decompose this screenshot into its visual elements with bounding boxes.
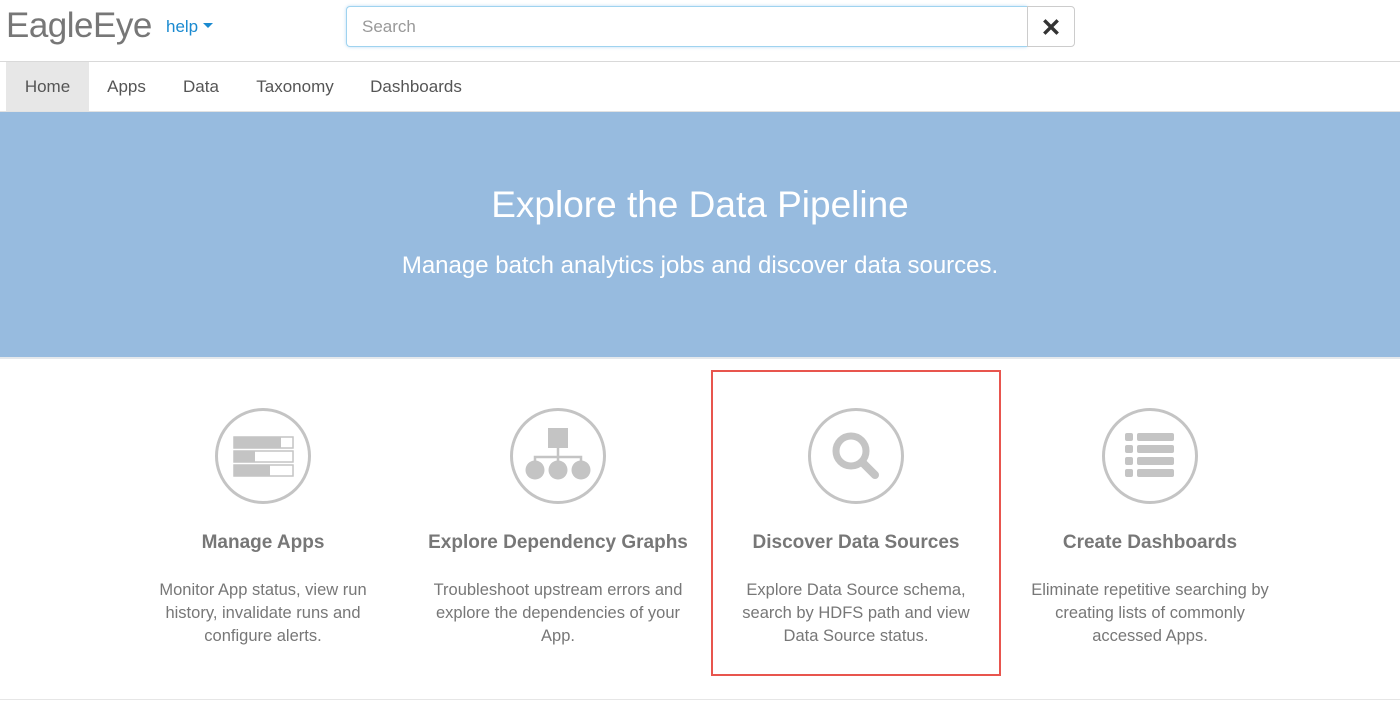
feature-description: Eliminate repetitive searching by creati… [1031,581,1269,645]
search-icon [808,408,904,504]
footer-divider [0,699,1400,700]
help-label: help [166,17,199,36]
feature-title: Discover Data Sources [752,532,960,553]
feature-description: Troubleshoot upstream errors and explore… [433,581,683,645]
feature-discover-data-sources[interactable]: Discover Data Sources Explore Data Sourc… [711,370,1001,676]
hero-banner [0,112,1400,359]
feature-title: Manage Apps [201,532,325,553]
feature-description: Monitor App status, view run history, in… [159,581,367,645]
hero-title: Explore the Data Pipeline [491,184,909,225]
search-input[interactable] [346,6,1027,47]
tasks-icon [215,408,311,504]
feature-title: Create Dashboards [1062,532,1238,553]
clear-search-button[interactable] [1027,6,1075,47]
search-bar [346,6,1075,47]
main-nav: Home Apps Data Taxonomy Dashboards [0,62,1400,112]
feature-title: Explore Dependency Graphs [428,532,688,553]
nav-tab-data[interactable]: Data [164,62,238,111]
hero-subtitle: Manage batch analytics jobs and discover… [401,252,999,279]
nav-tab-dashboards[interactable]: Dashboards [352,62,480,111]
feature-description: Explore Data Source schema, search by HD… [742,581,970,645]
nav-tab-home[interactable]: Home [6,62,89,111]
feature-dependency-graphs[interactable]: Explore Dependency Graphs Troubleshoot u… [413,370,703,676]
close-icon [1043,18,1059,35]
feature-create-dashboards[interactable]: Create Dashboards Eliminate repetitive s… [1005,370,1295,676]
help-dropdown[interactable]: help [166,17,214,37]
caret-down-icon [203,23,214,29]
nav-tab-apps[interactable]: Apps [89,62,164,111]
top-header: EagleEye help [0,0,1400,62]
list-icon [1102,408,1198,504]
nav-tab-taxonomy[interactable]: Taxonomy [238,62,352,111]
brand-logo[interactable]: EagleEye [6,6,152,46]
sitemap-icon [510,408,606,504]
feature-manage-apps[interactable]: Manage Apps Monitor App status, view run… [118,370,408,676]
